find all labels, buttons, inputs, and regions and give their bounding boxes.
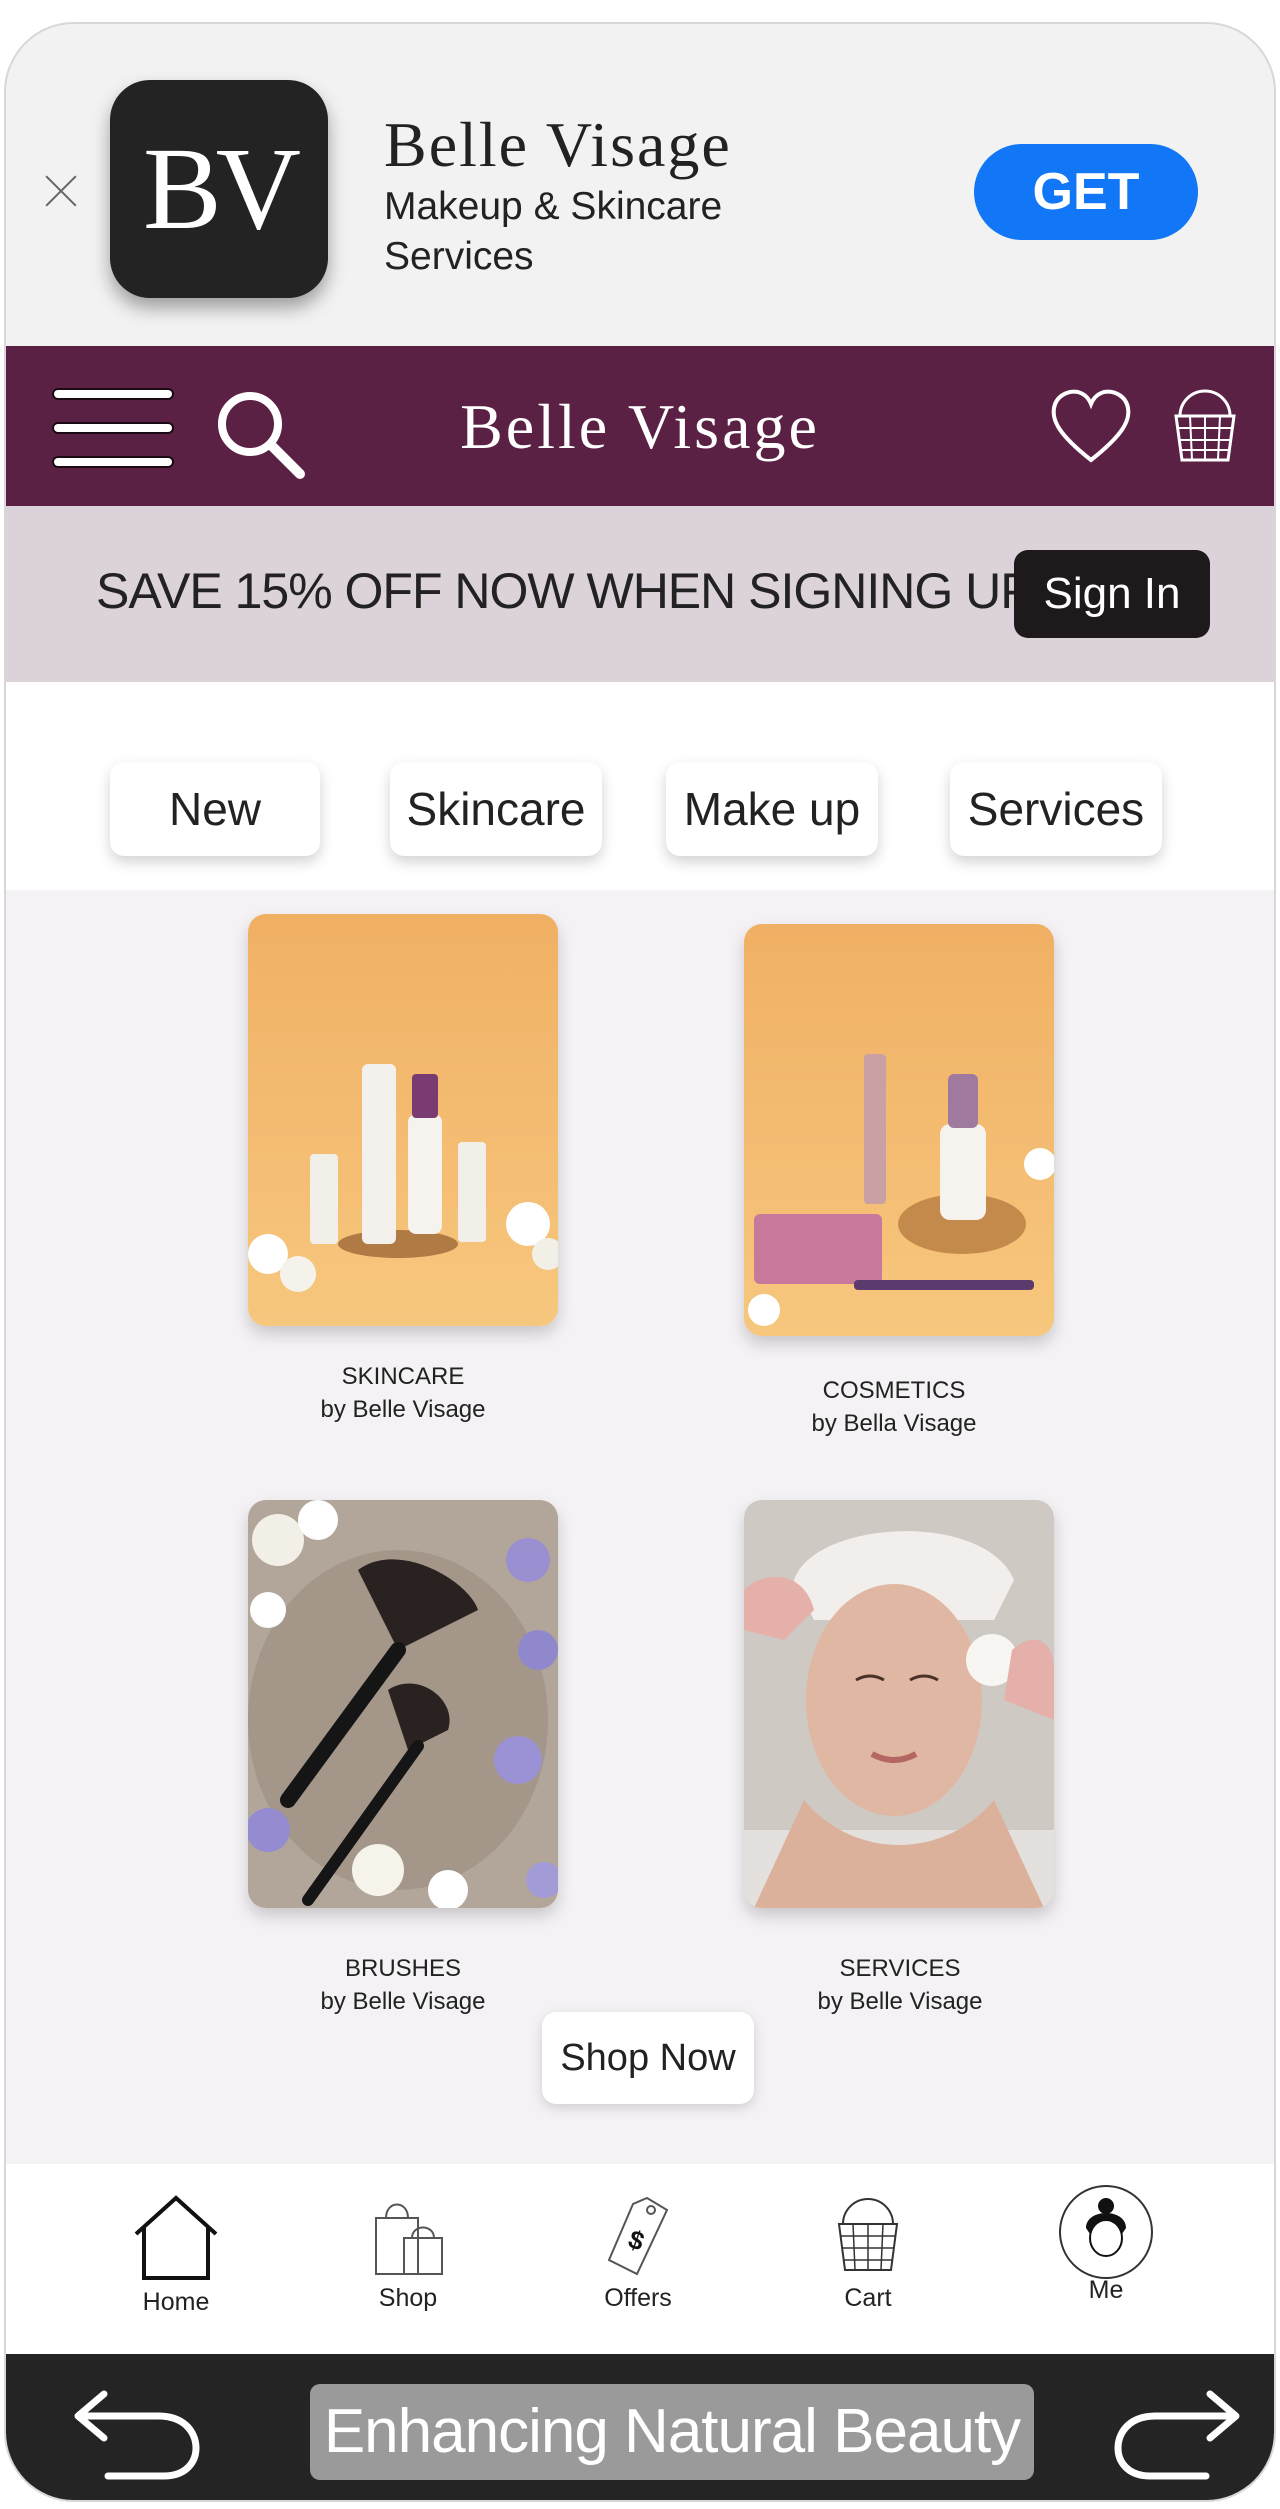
tab-offers[interactable]: $ Offers: [568, 2194, 708, 2313]
forward-arrow-icon[interactable]: [1106, 2386, 1246, 2486]
category-services[interactable]: Services: [950, 762, 1162, 856]
tagline: Enhancing Natural Beauty: [310, 2384, 1034, 2480]
product-image-services[interactable]: [744, 1500, 1054, 1908]
basket-icon[interactable]: [1172, 386, 1238, 464]
tab-label: Home: [142, 2288, 210, 2316]
product-name: COSMETICS: [822, 1377, 966, 1404]
tab-cart[interactable]: Cart: [798, 2194, 938, 2313]
product-caption-services: SERVICES by Belle Visage: [750, 1952, 1050, 2018]
close-icon[interactable]: [44, 174, 78, 208]
tab-label: Offers: [604, 2284, 672, 2312]
product-brand: by Belle Visage: [817, 1988, 983, 2015]
get-app-button[interactable]: GET: [974, 144, 1198, 240]
product-image-brushes[interactable]: [248, 1500, 558, 1908]
category-new[interactable]: New: [110, 762, 320, 856]
category-makeup[interactable]: Make up: [666, 762, 878, 856]
shopping-bags-icon: [375, 2203, 443, 2275]
app-subtitle: Makeup & Skincare Services: [384, 185, 723, 278]
heart-icon[interactable]: [1048, 386, 1134, 466]
product-caption-brushes: BRUSHES by Belle Visage: [253, 1952, 553, 2018]
promo-banner: SAVE 15% OFF NOW WHEN SIGNING UP Sign In: [6, 506, 1274, 682]
tab-label: Me: [1088, 2276, 1124, 2304]
bottom-tab-bar: Home Shop $ Offers Cart Me: [6, 2164, 1274, 2354]
product-image-skincare[interactable]: [248, 914, 558, 1326]
bottom-navigation-bar: Enhancing Natural Beauty: [6, 2354, 1274, 2500]
basket-icon: [837, 2198, 899, 2271]
site-header: Belle Visage: [6, 346, 1274, 506]
promo-text: SAVE 15% OFF NOW WHEN SIGNING UP: [96, 563, 1034, 619]
product-name: BRUSHES: [344, 1955, 462, 1982]
tab-label: Cart: [844, 2284, 892, 2312]
tab-label: Shop: [378, 2284, 438, 2312]
tab-shop[interactable]: Shop: [338, 2194, 478, 2313]
category-skincare[interactable]: Skincare: [390, 762, 602, 856]
category-bar: New Skincare Make up Services: [6, 682, 1274, 890]
product-name: SERVICES: [839, 1955, 961, 1982]
app-name: Belle Visage: [384, 109, 732, 180]
product-brand: by Belle Visage: [320, 1396, 486, 1423]
tab-home[interactable]: Home: [106, 2194, 246, 2317]
svg-text:$: $: [624, 2224, 648, 2257]
product-image-cosmetics[interactable]: [744, 924, 1054, 1336]
app-icon[interactable]: BV: [110, 80, 328, 298]
tab-me[interactable]: Me: [1036, 2185, 1176, 2305]
app-install-banner: BV Belle Visage Makeup & Skincare Servic…: [6, 24, 1274, 346]
profile-icon: [1059, 2185, 1153, 2279]
home-icon: [134, 2195, 218, 2280]
price-tag-icon: $: [607, 2196, 669, 2276]
product-brand: by Belle Visage: [320, 1988, 486, 2015]
sign-in-button[interactable]: Sign In: [1014, 550, 1210, 638]
product-caption-skincare: SKINCARE by Belle Visage: [253, 1360, 553, 1426]
product-caption-cosmetics: COSMETICS by Bella Visage: [744, 1374, 1044, 1440]
product-name: SKINCARE: [341, 1363, 465, 1390]
product-brand: by Bella Visage: [811, 1410, 977, 1437]
back-arrow-icon[interactable]: [68, 2386, 208, 2486]
phone-frame: BV Belle Visage Makeup & Skincare Servic…: [4, 22, 1276, 2502]
shop-now-button[interactable]: Shop Now: [542, 2012, 754, 2104]
